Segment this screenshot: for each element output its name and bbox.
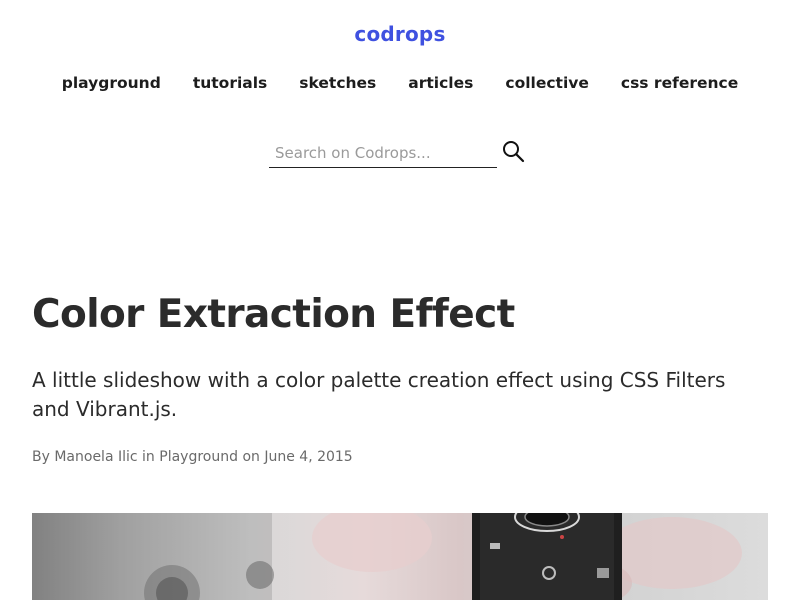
- byline-in: in: [142, 449, 155, 465]
- nav-item-playground[interactable]: playground: [62, 74, 161, 92]
- article-byline: By Manoela Ilic in Playground on June 4,…: [32, 449, 353, 465]
- author-link[interactable]: Manoela Ilic: [54, 449, 137, 465]
- byline-prefix: By: [32, 449, 50, 465]
- nav-item-sketches[interactable]: sketches: [299, 74, 376, 92]
- search-input[interactable]: [269, 138, 497, 168]
- search-form: [269, 138, 529, 170]
- search-button[interactable]: [501, 139, 527, 165]
- search-icon: [503, 141, 525, 163]
- byline-on: on: [242, 449, 260, 465]
- article-subtitle: A little slideshow with a color palette …: [32, 368, 726, 421]
- nav-item-collective[interactable]: collective: [505, 74, 589, 92]
- main-nav: playground tutorials sketches articles c…: [0, 74, 800, 92]
- publish-date: June 4, 2015: [264, 449, 353, 465]
- site-logo[interactable]: codrops: [0, 22, 800, 46]
- nav-item-css-reference[interactable]: css reference: [621, 74, 738, 92]
- category-link[interactable]: Playground: [159, 449, 238, 465]
- article-title: Color Extraction Effect: [32, 292, 515, 337]
- nav-item-tutorials[interactable]: tutorials: [193, 74, 267, 92]
- page: codrops playground tutorials sketches ar…: [0, 0, 800, 600]
- hero-camera-illustration: [32, 513, 742, 600]
- nav-item-articles[interactable]: articles: [408, 74, 473, 92]
- hero-image: [32, 513, 768, 600]
